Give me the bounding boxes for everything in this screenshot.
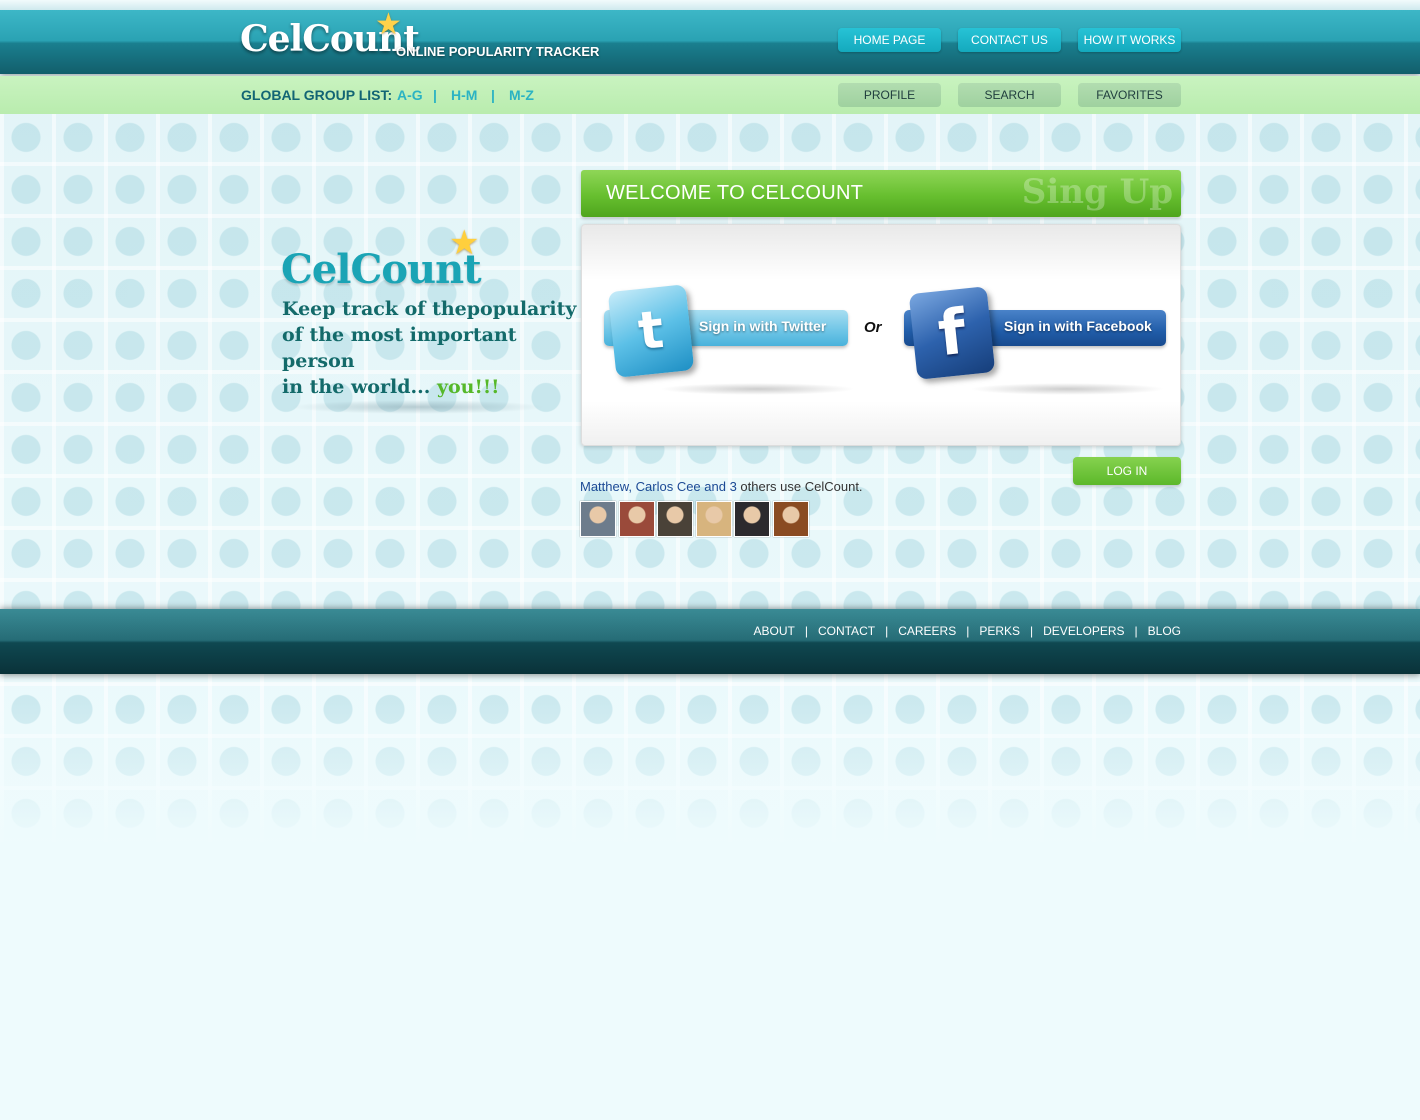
footer-separator: | [804, 624, 808, 638]
signup-watermark: Sing Up [1021, 172, 1173, 212]
footer-link-perks[interactable]: PERKS [979, 624, 1020, 638]
top-header [0, 0, 1420, 74]
background-fade [0, 700, 1420, 850]
or-separator: Or [864, 319, 882, 336]
footer-link-contact[interactable]: CONTACT [818, 624, 875, 638]
promo-shadow [290, 400, 545, 414]
sign-in-facebook-label: Sign in with Facebook [1004, 318, 1152, 334]
header-tagline: ONLINE POPULARITY TRACKER [396, 44, 600, 59]
footer-link-developers[interactable]: DEVELOPERS [1043, 624, 1124, 638]
welcome-title: WELCOME TO CELCOUNT [606, 182, 864, 204]
friends-names-link[interactable]: Matthew, Carlos Cee and 3 [580, 479, 737, 494]
avatar[interactable] [773, 501, 809, 537]
group-separator: | [491, 87, 495, 103]
how-it-works-button[interactable]: HOW IT WORKS [1078, 28, 1181, 52]
avatar[interactable] [734, 501, 770, 537]
group-separator: | [433, 87, 437, 103]
avatar[interactable] [580, 501, 616, 537]
promo-line-text: in the world... [282, 376, 431, 398]
search-button[interactable]: SEARCH [958, 83, 1061, 107]
promo-line: Keep track of thepopularity [282, 298, 577, 320]
group-link-m-z[interactable]: M-Z [509, 87, 534, 103]
avatar[interactable] [696, 501, 732, 537]
promo-line: of the most important person [282, 324, 517, 372]
footer-link-careers[interactable]: CAREERS [898, 624, 956, 638]
group-list-bar [0, 76, 1420, 114]
facebook-icon[interactable]: f [908, 286, 996, 380]
twitter-icon[interactable]: t [607, 284, 695, 378]
welcome-banner: WELCOME TO CELCOUNT Sing Up [581, 170, 1181, 217]
footer [0, 609, 1420, 674]
avatar[interactable] [619, 501, 655, 537]
footer-separator: | [966, 624, 970, 638]
footer-link-blog[interactable]: BLOG [1148, 624, 1181, 638]
contact-us-button[interactable]: CONTACT US [958, 28, 1061, 52]
profile-button[interactable]: PROFILE [838, 83, 941, 107]
promo-text: Keep track of thepopularity of the most … [282, 296, 582, 400]
footer-separator: | [1134, 624, 1138, 638]
button-shadow [660, 383, 855, 395]
footer-links: ABOUT | CONTACT | CAREERS | PERKS | DEVELOPERS | B… [753, 624, 1181, 638]
avatar[interactable] [657, 501, 693, 537]
group-list-label: GLOBAL GROUP LIST: [241, 87, 393, 103]
footer-link-about[interactable]: ABOUT [753, 624, 794, 638]
log-in-button[interactable]: LOG IN [1073, 457, 1181, 485]
promo-line: in the world... you!!! [282, 374, 582, 400]
star-icon: ★ [449, 223, 480, 263]
button-shadow [970, 383, 1165, 395]
group-link-h-m[interactable]: H-M [451, 87, 477, 103]
group-link-a-g[interactable]: A-G [397, 87, 423, 103]
star-icon: ★ [375, 7, 402, 42]
footer-separator: | [885, 624, 889, 638]
footer-separator: | [1030, 624, 1034, 638]
friends-rest: others use CelCount. [736, 479, 863, 494]
home-page-button[interactable]: HOME PAGE [838, 28, 941, 52]
promo-highlight: you!!! [436, 376, 500, 398]
favorites-button[interactable]: FAVORITES [1078, 83, 1181, 107]
friends-summary: Matthew, Carlos Cee and 3 others use Cel… [580, 479, 863, 494]
sign-in-twitter-label: Sign in with Twitter [699, 318, 827, 334]
